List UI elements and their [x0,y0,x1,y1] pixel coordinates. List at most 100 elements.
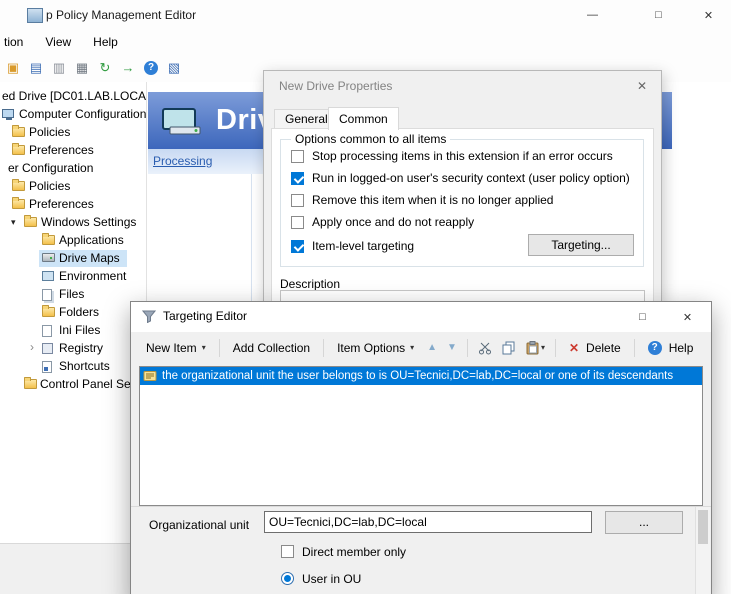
paste-icon [526,341,539,355]
tree-item-shortcuts[interactable]: Shortcuts [59,358,110,375]
folder-icon [12,145,25,155]
tree-item-windows-settings[interactable]: Windows Settings [41,214,136,231]
copy-button[interactable] [498,338,520,358]
clipboard-icon[interactable]: ▥ [49,58,69,78]
item-options-button[interactable]: Item Options ▾ [330,337,421,359]
user-in-ou-radio[interactable] [281,572,294,585]
close-button[interactable]: ✕ [665,302,710,332]
tree-item-preferences-user[interactable]: Preferences [29,196,94,213]
chevron-down-icon: ▾ [410,343,414,352]
tree-item-drive-maps[interactable]: Drive Maps [59,250,120,267]
folder-icon [24,217,37,227]
folder-icon [42,307,55,317]
shortcut-icon [42,361,52,373]
tree-item-registry[interactable]: Registry [59,340,103,357]
tree-item-environment[interactable]: Environment [59,268,126,285]
option-label: Apply once and do not reapply [312,215,474,229]
option-label: Item-level targeting [312,239,414,253]
tree-item-computer-configuration[interactable]: Computer Configuration [19,106,146,123]
organizational-unit-input[interactable] [264,511,592,533]
close-button[interactable]: ✕ [686,0,731,30]
option-label: Run in logged-on user's security context… [312,171,630,185]
option-row: Remove this item when it is no longer ap… [291,192,553,208]
direct-member-only-checkbox[interactable] [281,545,294,558]
tree-item-files[interactable]: Files [59,286,84,303]
console-tree-icon[interactable]: ▤ [26,58,46,78]
apply-once-checkbox[interactable] [291,216,304,229]
delete-button[interactable]: ✕ Delete [562,337,628,359]
computer-icon [2,109,14,118]
expander-open-icon[interactable]: ▾ [11,214,16,231]
folder-icon [24,379,37,389]
move-down-button[interactable]: ▼ [443,339,461,356]
tree-item-gpo[interactable]: ed Drive [DC01.LAB.LOCA [2,88,146,105]
paste-button[interactable]: ▾ [522,338,549,358]
tree-item-policies-user[interactable]: Policies [29,178,70,195]
maximize-button[interactable]: □ [620,302,665,332]
tree-item-user-configuration[interactable]: er Configuration [8,160,93,177]
toolbar-separator [555,339,556,357]
browse-button[interactable]: ... [605,511,683,534]
tree-item-policies[interactable]: Policies [29,124,70,141]
cut-button[interactable] [474,338,496,358]
organizational-unit-label: Organizational unit [149,518,249,532]
registry-icon [42,343,53,354]
chevron-down-icon: ▾ [202,343,206,352]
tree-row: Drive Maps [0,250,146,267]
tree-row: Policies [0,124,146,141]
expander-closed-icon[interactable]: › [30,339,34,356]
targeting-title: Targeting Editor [163,309,247,323]
refresh-icon[interactable]: ↻ [95,58,115,78]
printer-icon[interactable]: ▦ [72,58,92,78]
tree-row: ▾ Windows Settings [0,214,146,231]
tree-row: Environment [0,268,146,285]
tree-row: Computer Configuration [0,106,146,123]
list-view-icon[interactable]: ▧ [164,58,184,78]
scrollbar-thumb[interactable] [698,510,708,544]
processing-link[interactable]: Processing [153,154,212,168]
minimize-button[interactable]: — [570,0,615,30]
copy-icon [502,341,516,355]
window-title: p Policy Management Editor [46,8,196,22]
bottom-left-panel [0,543,130,594]
move-up-button[interactable]: ▲ [423,339,441,356]
tree-item-control-panel-settings[interactable]: Control Panel Sett [40,376,137,393]
folder-icon [12,127,25,137]
dialog-title: New Drive Properties [279,79,392,93]
tree-row: Preferences [0,142,146,159]
add-collection-button[interactable]: Add Collection [226,337,317,359]
stop-processing-checkbox[interactable] [291,150,304,163]
run-in-user-context-checkbox[interactable] [291,172,304,185]
close-icon[interactable]: ✕ [629,76,655,96]
tree-item-preferences[interactable]: Preferences [29,142,94,159]
tree-item-applications[interactable]: Applications [59,232,124,249]
new-item-button[interactable]: New Item ▾ [139,337,213,359]
app-icon [27,8,43,23]
menu-action[interactable]: tion [4,35,23,49]
tree-item-folders[interactable]: Folders [59,304,99,321]
maximize-button[interactable]: □ [636,0,681,30]
option-row: Stop processing items in this extension … [291,148,613,164]
tree-row: Applications [0,232,146,249]
tree-row: Ini Files [0,322,146,339]
remove-when-not-applied-checkbox[interactable] [291,194,304,207]
detail-panel-scrollbar[interactable] [695,507,710,594]
tree-row: er Configuration [0,160,146,177]
targeting-item-selected[interactable]: the organizational unit the user belongs… [140,367,702,385]
menu-help[interactable]: Help [93,35,118,49]
targeting-button[interactable]: Targeting... [528,234,634,256]
option-row: Run in logged-on user's security context… [291,170,630,186]
targeting-item-list[interactable]: the organizational unit the user belongs… [139,366,703,506]
tree-item-ini-files[interactable]: Ini Files [59,322,100,339]
menu-view[interactable]: View [45,35,71,49]
nav-window-icon[interactable]: ▣ [3,58,23,78]
scissors-icon [478,341,492,355]
folder-icon [12,199,25,209]
export-list-icon[interactable]: → [118,58,138,78]
groupbox-label: Options common to all items [291,132,450,146]
help-button[interactable]: ? Help [641,337,701,359]
tree-row: Preferences [0,196,146,213]
item-level-targeting-checkbox[interactable] [291,240,304,253]
help-icon[interactable]: ? [141,58,161,78]
tab-common[interactable]: Common [328,107,399,130]
